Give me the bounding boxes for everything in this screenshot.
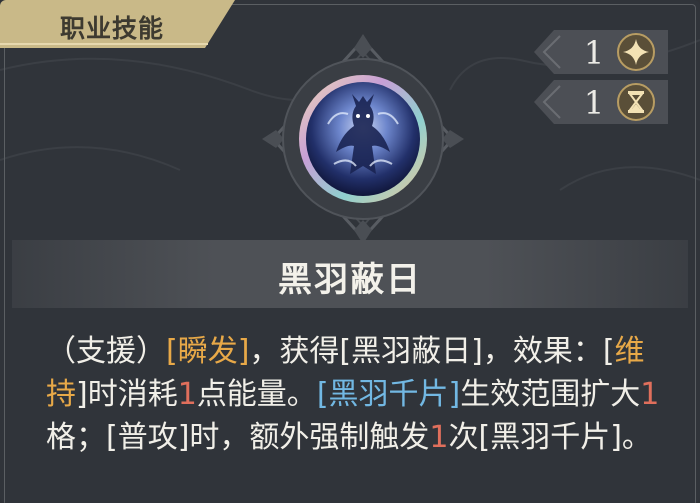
tab-label: 职业技能 xyxy=(60,14,165,43)
skill-description: （支援）[瞬发]，获得[黑羽蔽日]，效果：[维持]时消耗1点能量。[黑羽千片]生… xyxy=(46,330,666,459)
skill-panel: 职业技能 1 1 黑羽蔽日 （支援）[瞬发]，获得[黑羽蔽日]，效果：[维持]时… xyxy=(0,0,700,503)
cooldown-badge: 1 xyxy=(534,80,668,124)
description-text: 点能量。 xyxy=(196,377,317,412)
description-text: ]时消耗 xyxy=(76,377,178,412)
tab-class-skill[interactable]: 职业技能 xyxy=(0,0,235,50)
skill-icon[interactable] xyxy=(248,34,478,244)
linked-keyword: [黑羽千片] xyxy=(316,377,461,412)
description-text: ，获得[黑羽蔽日]，效果：[ xyxy=(249,334,615,369)
skill-name: 黑羽蔽日 xyxy=(278,260,422,300)
description-text: 格；[普攻]时，额外强制触发 xyxy=(46,420,430,455)
number-highlight: 1 xyxy=(640,377,660,412)
description-text: 次[黑羽千片]。 xyxy=(448,420,652,455)
hourglass-icon xyxy=(617,83,655,121)
number-highlight: 1 xyxy=(177,377,197,412)
cooldown-value: 1 xyxy=(583,84,605,122)
sparkle-icon xyxy=(617,33,655,71)
energy-cost-badge: 1 xyxy=(534,30,668,74)
keyword-highlight: [瞬发] xyxy=(166,334,250,369)
number-highlight: 1 xyxy=(429,420,449,455)
description-text: （支援） xyxy=(46,334,166,369)
description-text: 生效范围扩大 xyxy=(460,377,641,412)
energy-cost-value: 1 xyxy=(583,34,605,72)
